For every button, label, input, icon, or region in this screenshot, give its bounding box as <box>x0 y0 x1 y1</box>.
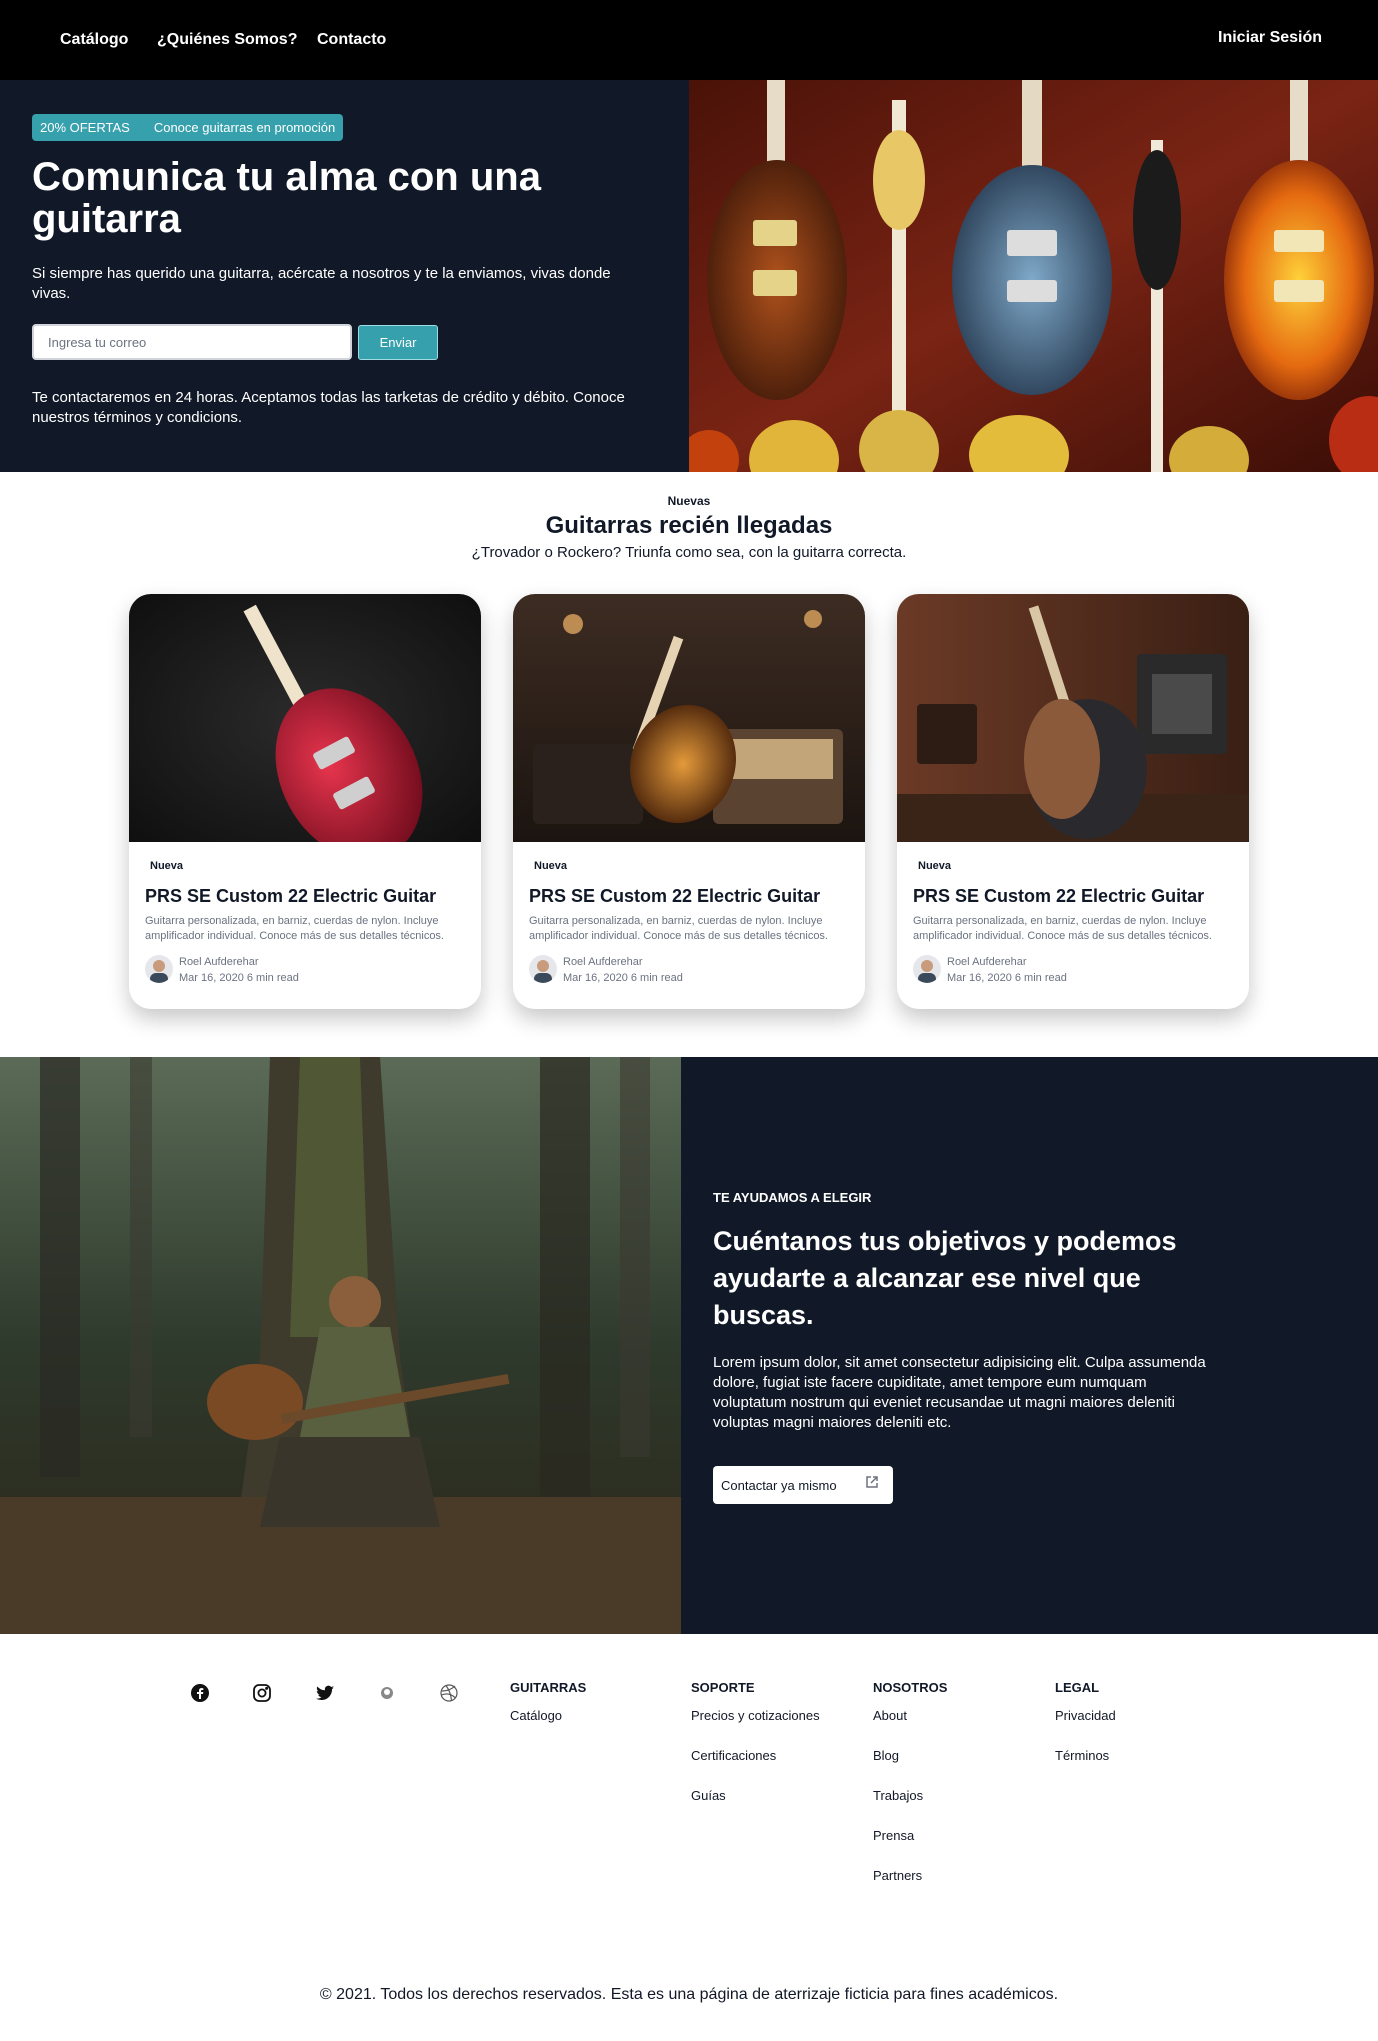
card-author: Roel Aufderehar <box>563 956 643 968</box>
footer-link[interactable]: Prensa <box>873 1828 947 1868</box>
card-title[interactable]: PRS SE Custom 22 Electric Guitar <box>529 886 820 907</box>
footer-link[interactable]: Privacidad <box>1055 1708 1116 1748</box>
external-link-icon <box>865 1475 879 1492</box>
author-avatar <box>913 955 941 983</box>
send-button[interactable]: Enviar <box>358 325 438 360</box>
footer-link[interactable]: Partners <box>873 1868 947 1908</box>
login-link[interactable]: Iniciar Sesión <box>1218 29 1322 47</box>
section-kicker: Nuevas <box>667 494 711 508</box>
author-avatar <box>145 955 173 983</box>
card-image-red-guitar <box>129 594 481 842</box>
card-author: Roel Aufderehar <box>947 956 1027 968</box>
section-title: Guitarras recién llegadas <box>545 512 833 539</box>
footer-link[interactable]: Catálogo <box>510 1708 586 1748</box>
footer-link[interactable]: About <box>873 1708 947 1748</box>
facebook-icon[interactable] <box>190 1683 212 1705</box>
author-avatar <box>529 955 557 983</box>
footer-link[interactable]: Precios y cotizaciones <box>691 1708 820 1748</box>
hero-title: Comunica tu alma con una guitarra <box>32 155 541 241</box>
email-input[interactable] <box>32 324 352 360</box>
hero-subtitle: Si siempre has querido una guitarra, acé… <box>32 265 611 302</box>
card-badge: Nueva <box>534 860 568 872</box>
instagram-icon[interactable] <box>252 1683 274 1705</box>
dribbble-icon[interactable] <box>439 1683 461 1705</box>
footer-column-soporte: SOPORTE Precios y cotizaciones Certifica… <box>691 1680 820 1828</box>
guitar-card[interactable]: Nueva PRS SE Custom 22 Electric Guitar G… <box>513 594 865 1009</box>
footer-link[interactable]: Guías <box>691 1788 820 1828</box>
help-section: TE AYUDAMOS A ELEGIR Cuéntanos tus objet… <box>0 1057 1378 1634</box>
nav-link-contacto[interactable]: Contacto <box>317 31 386 49</box>
footer-column-guitarras: GUITARRAS Catálogo <box>510 1680 586 1748</box>
card-title[interactable]: PRS SE Custom 22 Electric Guitar <box>913 886 1204 907</box>
copyright: © 2021. Todos los derechos reservados. E… <box>319 1986 1059 2003</box>
card-meta: Mar 16, 2020 6 min read <box>947 972 1067 984</box>
contact-button[interactable]: Contactar ya mismo <box>713 1466 893 1504</box>
footer-column-legal: LEGAL Privacidad Términos <box>1055 1680 1116 1788</box>
card-image-bar-guitar <box>513 594 865 842</box>
card-meta: Mar 16, 2020 6 min read <box>563 972 683 984</box>
forest-guitarist-image <box>0 1057 681 1634</box>
footer-heading: NOSOTROS <box>873 1680 948 1695</box>
card-description: Guitarra personalizada, en barniz, cuerd… <box>145 915 444 942</box>
github-icon[interactable] <box>377 1683 399 1705</box>
footer-link[interactable]: Trabajos <box>873 1788 947 1828</box>
promo-badge: 20% OFERTAS <box>40 120 130 135</box>
footer-link[interactable]: Términos <box>1055 1748 1116 1788</box>
card-badge: Nueva <box>918 860 952 872</box>
card-description: Guitarra personalizada, en barniz, cuerd… <box>913 915 1212 942</box>
help-body: Lorem ipsum dolor, sit amet consectetur … <box>713 1354 1206 1431</box>
card-meta: Mar 16, 2020 6 min read <box>179 972 299 984</box>
footer-link[interactable]: Certificaciones <box>691 1748 820 1788</box>
nav-link-catalogo[interactable]: Catálogo <box>60 31 128 49</box>
top-navbar: Catálogo ¿Quiénes Somos? Contacto Inicia… <box>0 0 1378 80</box>
card-image-acoustic-guitar <box>897 594 1249 842</box>
card-badge: Nueva <box>150 860 184 872</box>
footer-link[interactable]: Blog <box>873 1748 947 1788</box>
hero-guitars-image <box>689 80 1378 472</box>
guitar-card[interactable]: Nueva PRS SE Custom 22 Electric Guitar G… <box>897 594 1249 1009</box>
nav-link-quienes-somos[interactable]: ¿Quiénes Somos? <box>157 31 297 49</box>
promo-text: Conoce guitarras en promoción <box>153 120 336 135</box>
guitar-card[interactable]: Nueva PRS SE Custom 22 Electric Guitar G… <box>129 594 481 1009</box>
hero-note: Te contactaremos en 24 horas. Aceptamos … <box>32 389 625 426</box>
hero-section: 20% OFERTAS Conoce guitarras en promoció… <box>0 80 1378 472</box>
help-title: Cuéntanos tus objetivos y podemos ayudar… <box>713 1226 1177 1330</box>
twitter-icon[interactable] <box>315 1683 337 1705</box>
footer-heading: LEGAL <box>1055 1680 1100 1695</box>
footer-heading: SOPORTE <box>691 1680 755 1695</box>
card-author: Roel Aufderehar <box>179 956 259 968</box>
section-subtitle: ¿Trovador o Rockero? Triunfa como sea, c… <box>471 544 907 561</box>
footer-heading: GUITARRAS <box>510 1680 587 1695</box>
promo-banner[interactable]: 20% OFERTAS Conoce guitarras en promoció… <box>32 114 344 141</box>
footer-column-nosotros: NOSOTROS About Blog Trabajos Prensa Part… <box>873 1680 947 1908</box>
contact-button-label: Contactar ya mismo <box>721 1477 837 1493</box>
card-title[interactable]: PRS SE Custom 22 Electric Guitar <box>145 886 436 907</box>
help-kicker: TE AYUDAMOS A ELEGIR <box>713 1190 872 1205</box>
card-description: Guitarra personalizada, en barniz, cuerd… <box>529 915 828 942</box>
